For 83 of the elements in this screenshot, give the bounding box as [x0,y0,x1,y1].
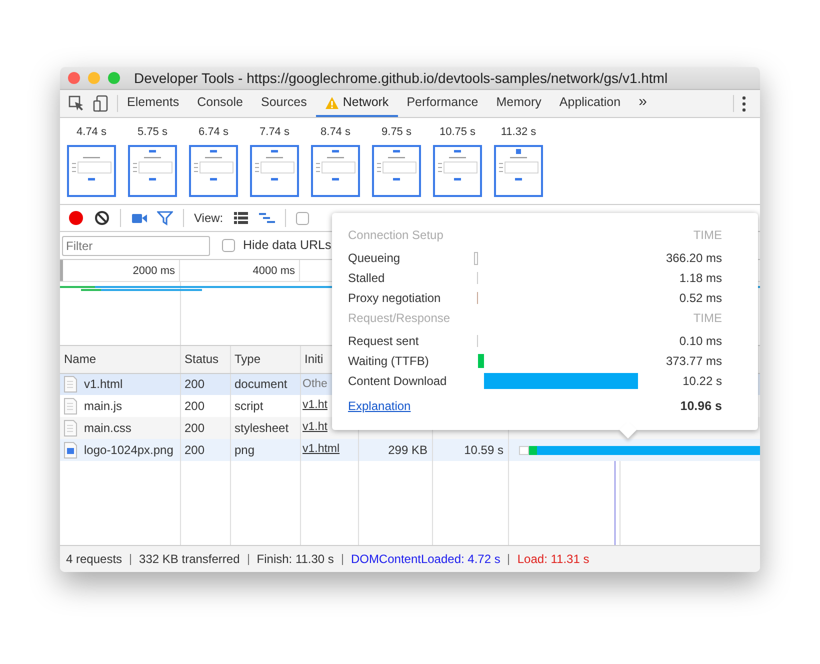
status-text: 4 requests [66,554,124,564]
status-code: 200 [184,443,205,457]
timing-value: 0.52 ms [678,290,722,307]
tab[interactable]: Elements [118,90,188,117]
timing-label: Content Download [348,373,448,390]
more-tabs-button[interactable]: » [630,90,656,117]
frame-thumbnail[interactable] [311,144,360,196]
file-icon [64,376,77,393]
size-text: 299 KB [388,443,428,457]
frame-time: 9.75 s [382,125,412,140]
list-view-icon[interactable] [233,210,250,226]
frame-thumbnail[interactable] [67,144,116,196]
checkbox[interactable] [296,212,310,224]
status-text: 332 KB transferred [130,554,248,564]
frame-thumbnail[interactable] [433,144,482,196]
status-text: Load: 11.31 s [508,554,598,564]
column-header[interactable]: Name [64,352,96,366]
timing-label: Request sent [348,333,420,350]
tab[interactable]: Performance [398,90,488,117]
status-text: DOMContentLoaded: 4.72 s [342,554,508,564]
tick-label: 2000 ms [60,260,180,281]
time-header: TIME [693,228,722,244]
window-title: Developer Tools - https://googlechrome.github.io/devtools-samples/network/gs/v1.html [134,68,668,88]
time-text: 10.59 s [464,443,504,457]
filter-icon[interactable] [157,210,173,226]
inspect-element-icon[interactable] [68,95,85,112]
file-icon [64,398,77,414]
timing-value: 373.77 ms [664,353,722,370]
frame-time: 11.32 s [500,125,536,140]
timing-value: 366.20 ms [664,250,722,267]
section-title: Request/Response [348,311,450,327]
frame-time: 10.75 s [439,125,476,140]
timing-label: Stalled [348,270,386,287]
timing-label: Proxy negotiation [348,290,442,307]
frame-thumbnail[interactable] [494,144,543,196]
explanation-link[interactable]: Explanation [348,397,411,416]
file-icon [64,420,77,436]
tick-label: 4000 ms [180,260,300,281]
tab[interactable]: Network [316,90,398,117]
resource-type: script [234,399,264,413]
frame-time: 8.74 s [320,125,350,140]
timing-label: Waiting (TTFB) [348,353,430,370]
device-toolbar-icon[interactable] [93,95,109,112]
initiator-text: Othe [302,378,328,390]
frame-time: 4.74 s [76,125,106,140]
timing-label: Queueing [348,250,402,267]
checkbox-label: Hide data URLs [243,237,332,254]
waterfall-view-icon[interactable] [259,210,276,226]
status-code: 200 [184,421,205,435]
image-file-icon [64,442,77,458]
tab[interactable]: Application [550,90,630,117]
clear-icon[interactable] [94,210,110,226]
total-time: 10.96 s [680,398,722,415]
section-title: Connection Setup [348,228,444,244]
resource-type: png [234,443,255,457]
record-button[interactable] [68,210,84,226]
timing-value: 1.18 ms [678,270,722,287]
resource-type: stylesheet [234,421,289,435]
checkbox[interactable] [222,239,235,252]
view-label: View: [194,210,224,227]
frame-thumbnail[interactable] [128,144,177,196]
resource-type: document [234,377,288,392]
status-code: 200 [184,377,205,392]
status-code: 200 [184,399,205,413]
frame-thumbnail[interactable] [372,144,421,196]
menu-icon[interactable] [742,96,746,112]
timing-value: 0.10 ms [678,333,722,350]
frame-thumbnail[interactable] [189,144,238,196]
tab[interactable]: Memory [487,90,550,117]
column-header[interactable]: Initi [304,352,324,366]
frame-time: 7.74 s [260,125,290,140]
close-button[interactable] [68,72,80,84]
tab[interactable]: Console [188,90,252,117]
status-text: Finish: 11.30 s [248,554,342,564]
tab[interactable]: Sources [252,90,316,117]
timing-value: 10.22 s [682,373,722,390]
frame-time: 5.75 s [138,125,168,140]
frame-time: 6.74 s [198,125,228,140]
initiator-link[interactable]: v1.ht [302,399,328,412]
file-name[interactable]: main.js [84,397,122,415]
frame-thumbnail[interactable] [250,144,299,196]
filter-field[interactable]: Filter [62,236,210,256]
time-header: TIME [693,311,722,327]
